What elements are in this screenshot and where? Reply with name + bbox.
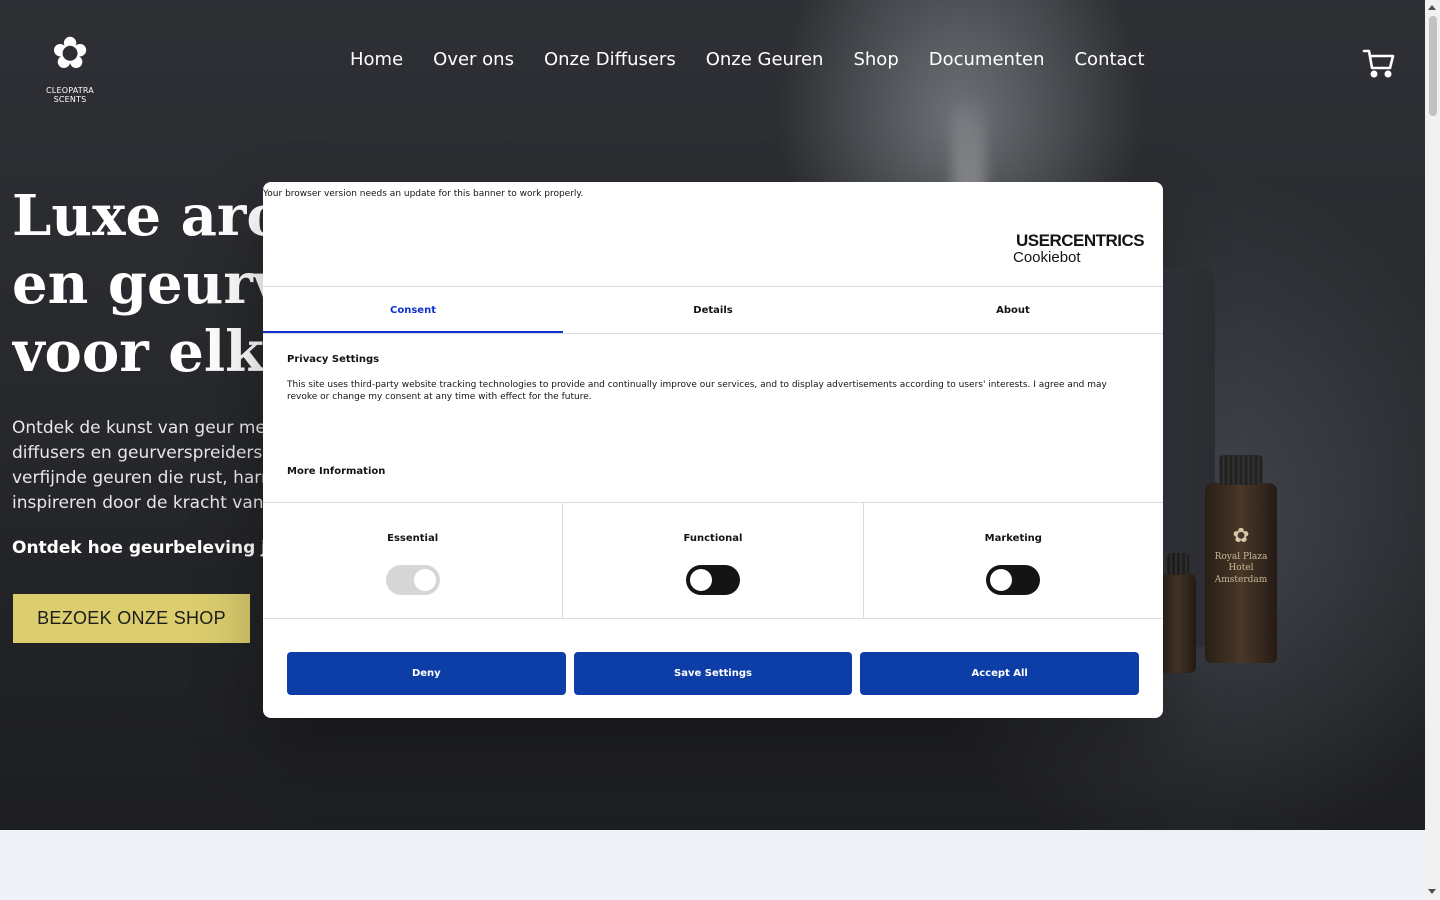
tab-about[interactable]: About (863, 287, 1163, 333)
privacy-settings-heading: Privacy Settings (287, 354, 380, 365)
cookiebot-logo: USERCENTRICS Cookiebot (1013, 232, 1145, 266)
brand-usercentrics: USERCENTRICS (1016, 231, 1145, 250)
main-navigation: Home Over ons Onze Diffusers Onze Geuren… (350, 49, 1145, 70)
category-label: Marketing (984, 533, 1042, 544)
cookie-consent-dialog: Your browser version needs an update for… (263, 182, 1163, 718)
category-functional: Functional (563, 503, 864, 618)
hero-title-line: voor elke (12, 319, 272, 385)
nav-item-contact[interactable]: Contact (1074, 49, 1144, 70)
nav-item-over-ons[interactable]: Over ons (433, 49, 514, 70)
site-logo[interactable]: ✿ CLEOPATRA SCENTS (32, 24, 108, 104)
shopping-cart-icon[interactable] (1362, 46, 1396, 80)
brand-cookiebot: Cookiebot (1013, 249, 1081, 266)
nav-item-home[interactable]: Home (350, 49, 403, 70)
tab-consent[interactable]: Consent (263, 287, 563, 334)
deny-button[interactable]: Deny (287, 652, 566, 695)
nav-item-geuren[interactable]: Onze Geuren (706, 49, 824, 70)
oil-bottle-large: ✿ Royal Plaza Hotel Amsterdam (1205, 455, 1277, 663)
hero-description-line: Ontdek de kunst van geur met (12, 418, 264, 438)
scroll-up-arrow-icon[interactable] (1428, 5, 1436, 10)
bottle-label-line-1: Royal Plaza (1214, 552, 1268, 562)
marketing-toggle[interactable] (986, 565, 1041, 595)
save-settings-button[interactable]: Save Settings (573, 652, 853, 695)
scroll-down-arrow-icon[interactable] (1428, 889, 1436, 894)
logo-text: CLEOPATRA SCENTS (46, 86, 94, 104)
hero-description: Ontdek de kunst van geur met diffusers e… (12, 416, 264, 516)
scroll-thumb[interactable] (1429, 16, 1437, 116)
category-marketing: Marketing (864, 503, 1163, 618)
nav-item-shop[interactable]: Shop (853, 49, 898, 70)
hero-title-line: en geurve (12, 251, 272, 317)
hero-title-line: Luxe aron (12, 183, 272, 249)
accept-all-button[interactable]: Accept All (860, 652, 1140, 695)
consent-actions: Deny Save Settings Accept All (287, 652, 1140, 695)
nav-item-diffusers[interactable]: Onze Diffusers (544, 49, 676, 70)
consent-categories: Essential Functional Marketing (263, 502, 1163, 619)
oil-bottle-small (1160, 553, 1196, 673)
category-label: Functional (683, 533, 743, 544)
nav-item-documenten[interactable]: Documenten (929, 49, 1045, 70)
essential-toggle (385, 565, 440, 595)
tab-details[interactable]: Details (563, 287, 863, 333)
bottle-label-line-2: Hotel Amsterdam (1214, 563, 1268, 585)
hero-description-line: inspireren door de kracht van (12, 493, 264, 513)
functional-toggle[interactable] (685, 565, 740, 595)
visit-shop-button[interactable]: BEZOEK ONZE SHOP (13, 594, 250, 643)
browser-warning: Your browser version needs an update for… (263, 189, 584, 199)
bottle-flower-icon: ✿ (1232, 523, 1250, 547)
consent-tabs: Consent Details About (263, 287, 1163, 334)
more-information-link[interactable]: More Information (287, 466, 385, 477)
consent-body: Privacy Settings This site uses third-pa… (287, 354, 1127, 403)
category-essential: Essential (263, 503, 564, 618)
category-label: Essential (387, 533, 439, 544)
hero-strong-text: Ontdek hoe geurbeleving jou (12, 538, 266, 558)
page-scrollbar[interactable] (1425, 0, 1440, 900)
divider (263, 333, 1163, 334)
hero-title: Luxe aron en geurve voor elke (12, 182, 272, 386)
privacy-settings-text: This site uses third-party website track… (287, 380, 1107, 402)
hero-description-line: verfijnde geuren die rust, harm (12, 468, 264, 488)
hero-description-line: diffusers en geurverspreiders (12, 443, 263, 463)
orchid-flower-icon: ✿ (51, 28, 89, 79)
